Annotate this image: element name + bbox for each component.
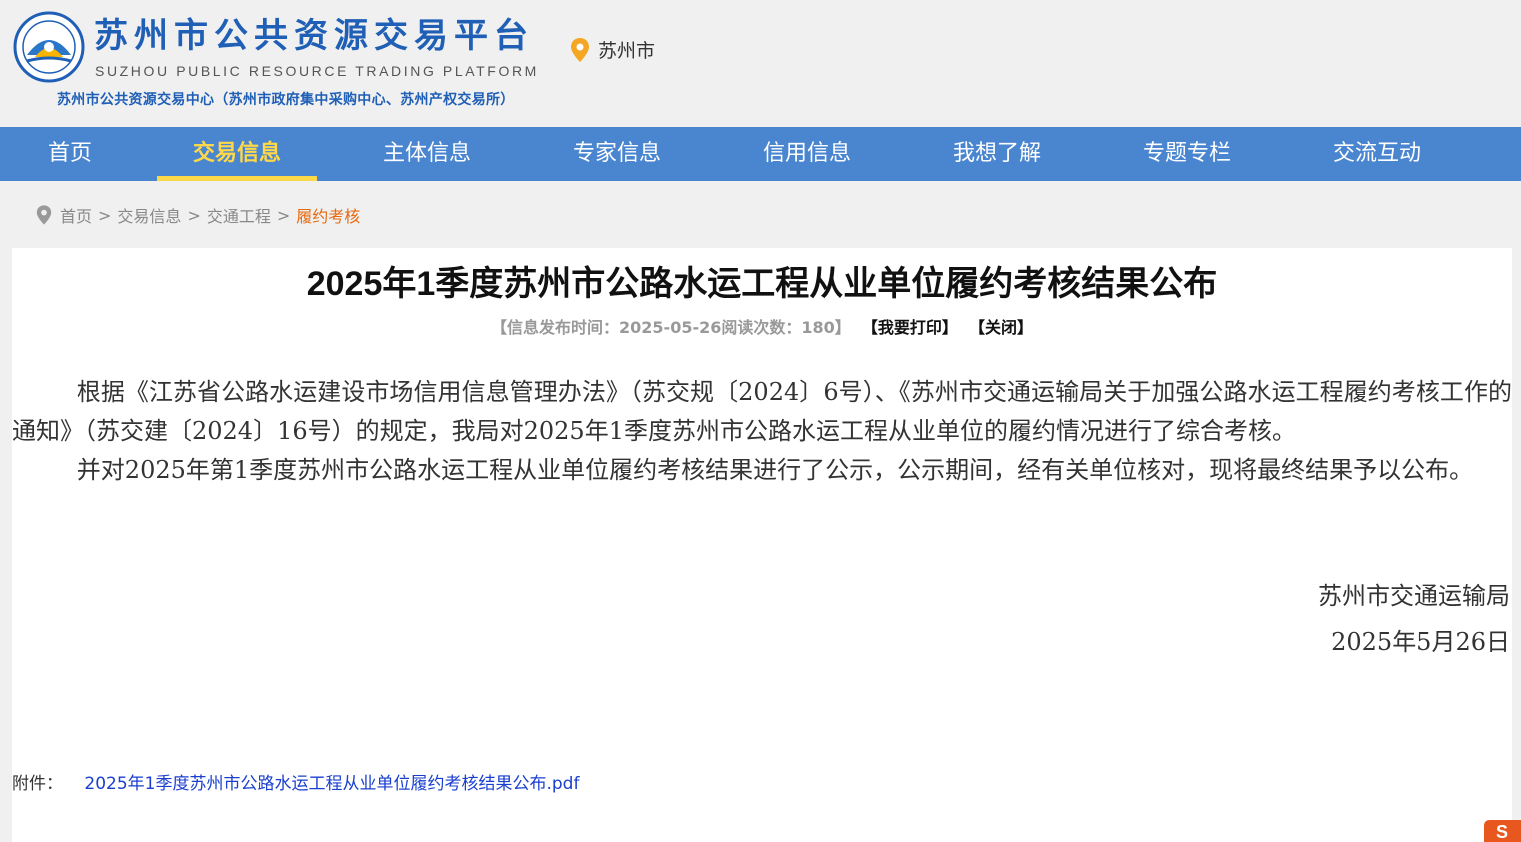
article-body: 根据《江苏省公路水运建设市场信用信息管理办法》（苏交规〔2024〕6号）、《苏州… [12,373,1512,490]
breadcrumb-separator: > [187,205,201,225]
print-button[interactable]: 【我要打印】 [862,318,958,337]
map-pin-icon [571,37,589,62]
site-header: 苏州市公共资源交易平台 SUZHOU PUBLIC RESOURCE TRADI… [0,0,1521,127]
platform-org: 苏州市公共资源交易中心（苏州市政府集中采购中心、苏州产权交易所） [57,92,515,108]
nav-item-special-topics[interactable]: 专题专栏 [1107,127,1267,181]
nav-item-entity-info[interactable]: 主体信息 [347,127,507,181]
nav-item-credit-info[interactable]: 信用信息 [727,127,887,181]
location-pin-icon [36,205,52,225]
breadcrumb-separator: > [276,205,291,225]
nav-active-indicator [157,176,317,181]
nav-item-expert-info[interactable]: 专家信息 [537,127,697,181]
article-card: 2025年1季度苏州市公路水运工程从业单位履约考核结果公布 【信息发布时间：20… [12,248,1512,842]
article-paragraph: 根据《江苏省公路水运建设市场信用信息管理办法》（苏交规〔2024〕6号）、《苏州… [12,378,1512,445]
nav-item-learn-more[interactable]: 我想了解 [917,127,1077,181]
location-text: 苏州市 [598,40,656,62]
breadcrumb-home[interactable]: 首页 [60,203,92,227]
breadcrumb-traffic-engineering[interactable]: 交通工程 [207,203,271,227]
article-publish-info: 【信息发布时间：2025-05-26阅读次数：180】 [491,318,851,337]
platform-title: 苏州市公共资源交易平台 [94,16,534,56]
breadcrumb-trading-info[interactable]: 交易信息 [117,203,181,227]
main-nav: 首页 交易信息 主体信息 专家信息 信用信息 我想了解 专题专栏 交流互动 [0,127,1521,181]
article-meta: 【信息发布时间：2025-05-26阅读次数：180】 【我要打印】 【关闭】 [12,314,1512,338]
svg-text:S: S [1496,822,1508,842]
nav-item-trading-info[interactable]: 交易信息 [157,127,317,181]
article-date: 2025年5月26日 [1331,628,1510,656]
breadcrumb-current[interactable]: 履约考核 [296,203,360,227]
article-title: 2025年1季度苏州市公路水运工程从业单位履约考核结果公布 [306,265,1218,303]
breadcrumb: 首页 > 交易信息 > 交通工程 > 履约考核 [36,203,360,227]
attachment-link[interactable]: 2025年1季度苏州市公路水运工程从业单位履约考核结果公布.pdf [84,774,579,794]
sogou-input-icon[interactable]: S [1478,818,1521,842]
breadcrumb-separator: > [98,205,112,225]
close-button[interactable]: 【关闭】 [969,318,1033,337]
attachment-label: 附件： [12,774,63,794]
article-paragraph: 并对2025年第1季度苏州市公路水运工程从业单位履约考核结果进行了公示，公示期间… [76,456,1474,484]
attachment: 附件： 2025年1季度苏州市公路水运工程从业单位履约考核结果公布.pdf [12,769,579,794]
article-signature: 苏州市交通运输局 [1318,582,1510,610]
nav-item-interaction[interactable]: 交流互动 [1297,127,1457,181]
nav-item-home[interactable]: 首页 [0,127,140,181]
location-selector[interactable]: 苏州市 [570,36,655,63]
platform-subtitle-en: SUZHOU PUBLIC RESOURCE TRADING PLATFORM [95,63,539,79]
platform-logo-icon[interactable] [13,11,85,83]
